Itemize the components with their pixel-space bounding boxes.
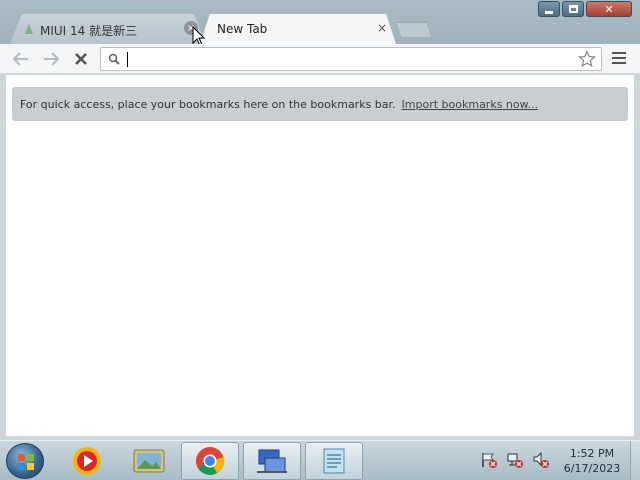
- media-player-icon: [73, 447, 101, 475]
- volume-muted-icon[interactable]: [532, 451, 550, 469]
- browser-window: ✕ MIUI 14 就是新三 × New Tab × For quick acc…: [0, 0, 640, 440]
- minimize-button[interactable]: [538, 1, 560, 17]
- omnibox-input[interactable]: [127, 50, 567, 68]
- star-icon[interactable]: [578, 50, 596, 68]
- taskbar-clock[interactable]: 1:52 PM 6/17/2023: [560, 446, 624, 476]
- taskbar-notepad[interactable]: [305, 442, 363, 480]
- close-window-button[interactable]: ✕: [586, 1, 632, 17]
- taskbar: 1:52 PM 6/17/2023: [0, 440, 640, 480]
- import-bookmarks-link[interactable]: Import bookmarks now...: [402, 98, 539, 111]
- tab-new-tab[interactable]: New Tab ×: [200, 14, 396, 44]
- address-bar[interactable]: [100, 47, 602, 71]
- network-icon: [257, 449, 287, 473]
- taskbar-chrome[interactable]: [181, 442, 239, 480]
- taskbar-network[interactable]: [243, 442, 301, 480]
- stop-button[interactable]: [72, 50, 90, 68]
- page-content: For quick access, place your bookmarks h…: [6, 75, 634, 436]
- close-icon: ✕: [604, 2, 614, 16]
- bookmarks-bar: For quick access, place your bookmarks h…: [12, 87, 628, 121]
- show-desktop-button[interactable]: [630, 441, 640, 480]
- new-tab-button[interactable]: [395, 22, 433, 38]
- menu-line: [612, 52, 626, 54]
- tab-title: MIUI 14 就是新三: [40, 24, 138, 38]
- taskbar-media-player[interactable]: [58, 442, 116, 480]
- network-status-icon[interactable]: [506, 451, 524, 469]
- menu-icon[interactable]: [612, 52, 626, 66]
- minimize-icon: [545, 10, 553, 14]
- chrome-icon: [196, 447, 225, 475]
- tab-close-icon[interactable]: ×: [375, 21, 389, 35]
- menu-line: [612, 57, 626, 59]
- back-arrow-icon: [13, 52, 28, 66]
- toolbar: [0, 44, 640, 74]
- windows-logo-icon: [18, 454, 34, 470]
- image-viewer-icon: [133, 449, 165, 473]
- title-bar[interactable]: ✕ MIUI 14 就是新三 × New Tab ×: [0, 0, 640, 47]
- start-button[interactable]: [6, 443, 44, 479]
- action-center-flag-icon[interactable]: [480, 451, 498, 469]
- system-tray: [480, 451, 550, 469]
- window-controls: ✕: [538, 1, 632, 17]
- notepad-icon: [323, 448, 345, 474]
- maximize-button[interactable]: [562, 1, 584, 17]
- taskbar-image-viewer[interactable]: [120, 442, 178, 480]
- maximize-icon: [568, 5, 578, 13]
- tab-title: New Tab: [217, 22, 268, 36]
- stop-icon: [75, 53, 87, 65]
- text-caret: [127, 52, 128, 67]
- back-button[interactable]: [12, 50, 30, 68]
- page-icon: [25, 24, 33, 34]
- tab-miui[interactable]: MIUI 14 就是新三 ×: [10, 14, 206, 44]
- forward-button[interactable]: [42, 50, 60, 68]
- menu-line: [612, 62, 626, 64]
- forward-arrow-icon: [44, 52, 59, 66]
- clock-time: 1:52 PM: [569, 447, 615, 460]
- bookmarks-bar-message: For quick access, place your bookmarks h…: [20, 97, 396, 111]
- search-icon: [108, 53, 120, 65]
- clock-date: 6/17/2023: [563, 462, 621, 475]
